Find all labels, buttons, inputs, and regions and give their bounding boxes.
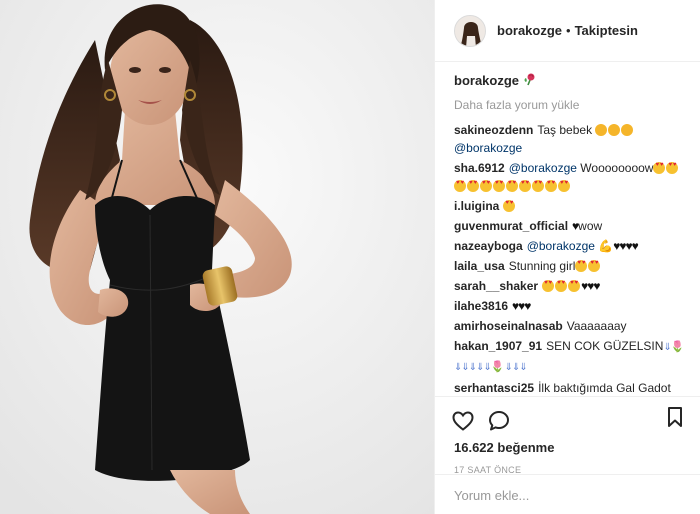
comment-text: Taş bebek xyxy=(537,123,593,137)
tulip-icon: 🌷 xyxy=(670,341,685,353)
flexed-biceps-icon: 💪 xyxy=(598,239,614,253)
post-actions: 16.622 beğenme 17 SAAT ÖNCE xyxy=(435,396,700,475)
heart-eyes-emoji-icon xyxy=(454,180,466,192)
caption-username[interactable]: borakozge xyxy=(454,73,519,88)
comment-icon[interactable] xyxy=(487,409,511,433)
post-header: borakozge • Takiptesin xyxy=(435,0,700,62)
photo-image xyxy=(0,0,434,514)
kiss-emoji-icon xyxy=(621,124,634,136)
comment-username[interactable]: amirhoseinalnasab xyxy=(454,319,563,333)
comment-mention[interactable]: @borakozge xyxy=(509,161,577,175)
heart-eyes-emoji-icon xyxy=(542,280,555,292)
comment-username[interactable]: sarah__shaker xyxy=(454,279,538,293)
comment-text: Stunning girl xyxy=(508,259,576,273)
comment-text: SEN COK GÜZELSIN xyxy=(546,339,664,353)
black-heart-icon: ♥♥♥♥ xyxy=(613,239,638,253)
heart-eyes-emoji-icon xyxy=(493,180,505,192)
black-heart-icon: ♥♥♥ xyxy=(581,279,600,293)
comment-text: Woooooooow xyxy=(580,161,654,175)
comments-list[interactable]: borakozge Daha fazla yorum yükle sakineo… xyxy=(435,62,700,396)
down-arrow-icon: ⇓ xyxy=(663,342,671,353)
heart-eyes-emoji-icon xyxy=(545,180,557,192)
comment: sakineozdenn Taş bebek @borakozge xyxy=(454,121,700,157)
black-heart-icon: ♥♥♥ xyxy=(512,299,531,313)
avatar[interactable] xyxy=(454,14,486,47)
header-separator: • xyxy=(566,23,571,38)
heart-eyes-emoji-icon xyxy=(575,260,588,272)
header-username[interactable]: borakozge xyxy=(497,23,562,38)
heart-eyes-emoji-icon xyxy=(568,280,581,292)
caption: borakozge xyxy=(454,72,700,89)
heart-eyes-emoji-icon xyxy=(480,180,492,192)
heart-eyes-emoji-icon xyxy=(588,260,601,272)
comment-username[interactable]: hakan_1907_91 xyxy=(454,339,542,353)
down-arrow-icon: ⇓⇓⇓⇓⇓ xyxy=(454,362,492,373)
heart-eyes-emoji-icon xyxy=(506,180,518,192)
kiss-emoji-icon xyxy=(608,124,621,136)
comment-username[interactable]: laila_usa xyxy=(454,259,505,273)
follow-status[interactable]: Takiptesin xyxy=(575,23,638,38)
heart-eyes-emoji-icon xyxy=(666,162,679,174)
comment-username[interactable]: i.luigina xyxy=(454,199,499,213)
rose-icon xyxy=(523,72,537,89)
comment-text: Vaaaaaaay xyxy=(566,319,627,333)
post-photo[interactable] xyxy=(0,0,434,514)
heart-eyes-emoji-icon xyxy=(467,180,479,192)
heart-eyes-emoji-icon xyxy=(532,180,544,192)
comment: ilahe3816 ♥♥♥ xyxy=(454,297,700,315)
comment: hakan_1907_91 SEN COK GÜZELSIN⇓🌷 ⇓⇓⇓⇓⇓🌷⇓⇓… xyxy=(454,337,700,377)
add-comment-section xyxy=(435,474,700,514)
comment-username[interactable]: nazeayboga xyxy=(454,239,523,253)
heart-eyes-emoji-icon xyxy=(653,162,666,174)
post-side-panel: borakozge • Takiptesin borakozge Daha fa… xyxy=(434,0,700,514)
comment-username[interactable]: guvenmurat_official xyxy=(454,219,568,233)
comment-username[interactable]: ilahe3816 xyxy=(454,299,508,313)
bookmark-icon[interactable] xyxy=(663,405,687,429)
heart-eyes-emoji-icon xyxy=(555,280,568,292)
heart-eyes-emoji-icon xyxy=(503,200,516,212)
comment-text: İlk baktığımda Gal Gadot xyxy=(538,381,671,395)
comment: guvenmurat_official ♥wow xyxy=(454,217,700,235)
heart-eyes-emoji-icon xyxy=(558,180,570,192)
comment: sarah__shaker ♥ ♥♥ xyxy=(454,277,700,295)
comment-text: wow xyxy=(578,219,603,233)
comment: laila_usa Stunning girl xyxy=(454,257,700,275)
comment: serhantasci25 İlk baktığımda Gal Gadot xyxy=(454,379,700,396)
likes-count[interactable]: 16.622 beğenme xyxy=(454,440,700,455)
tulip-icon: 🌷 xyxy=(490,361,505,373)
comment: amirhoseinalnasab Vaaaaaaay xyxy=(454,317,700,335)
comment: i.luigina xyxy=(454,197,700,215)
comment-username[interactable]: serhantasci25 xyxy=(454,381,534,395)
comment: nazeayboga @borakozge 💪♥♥♥♥ xyxy=(454,237,700,255)
action-bar xyxy=(451,403,700,439)
comment: sha.6912 @borakozge Woooooooow xyxy=(454,159,700,195)
heart-icon[interactable] xyxy=(451,409,475,433)
load-more-comments-link[interactable]: Daha fazla yorum yükle xyxy=(454,98,700,112)
down-arrow-icon: ⇓⇓⇓ xyxy=(504,362,528,373)
comment-username[interactable]: sha.6912 xyxy=(454,161,505,175)
heart-eyes-emoji-icon xyxy=(519,180,531,192)
comment-mention[interactable]: @borakozge xyxy=(527,239,595,253)
kiss-emoji-icon xyxy=(595,124,608,136)
comment-mention[interactable]: @borakozge xyxy=(454,141,522,155)
comment-username[interactable]: sakineozdenn xyxy=(454,123,533,137)
comment-input[interactable] xyxy=(454,488,674,503)
